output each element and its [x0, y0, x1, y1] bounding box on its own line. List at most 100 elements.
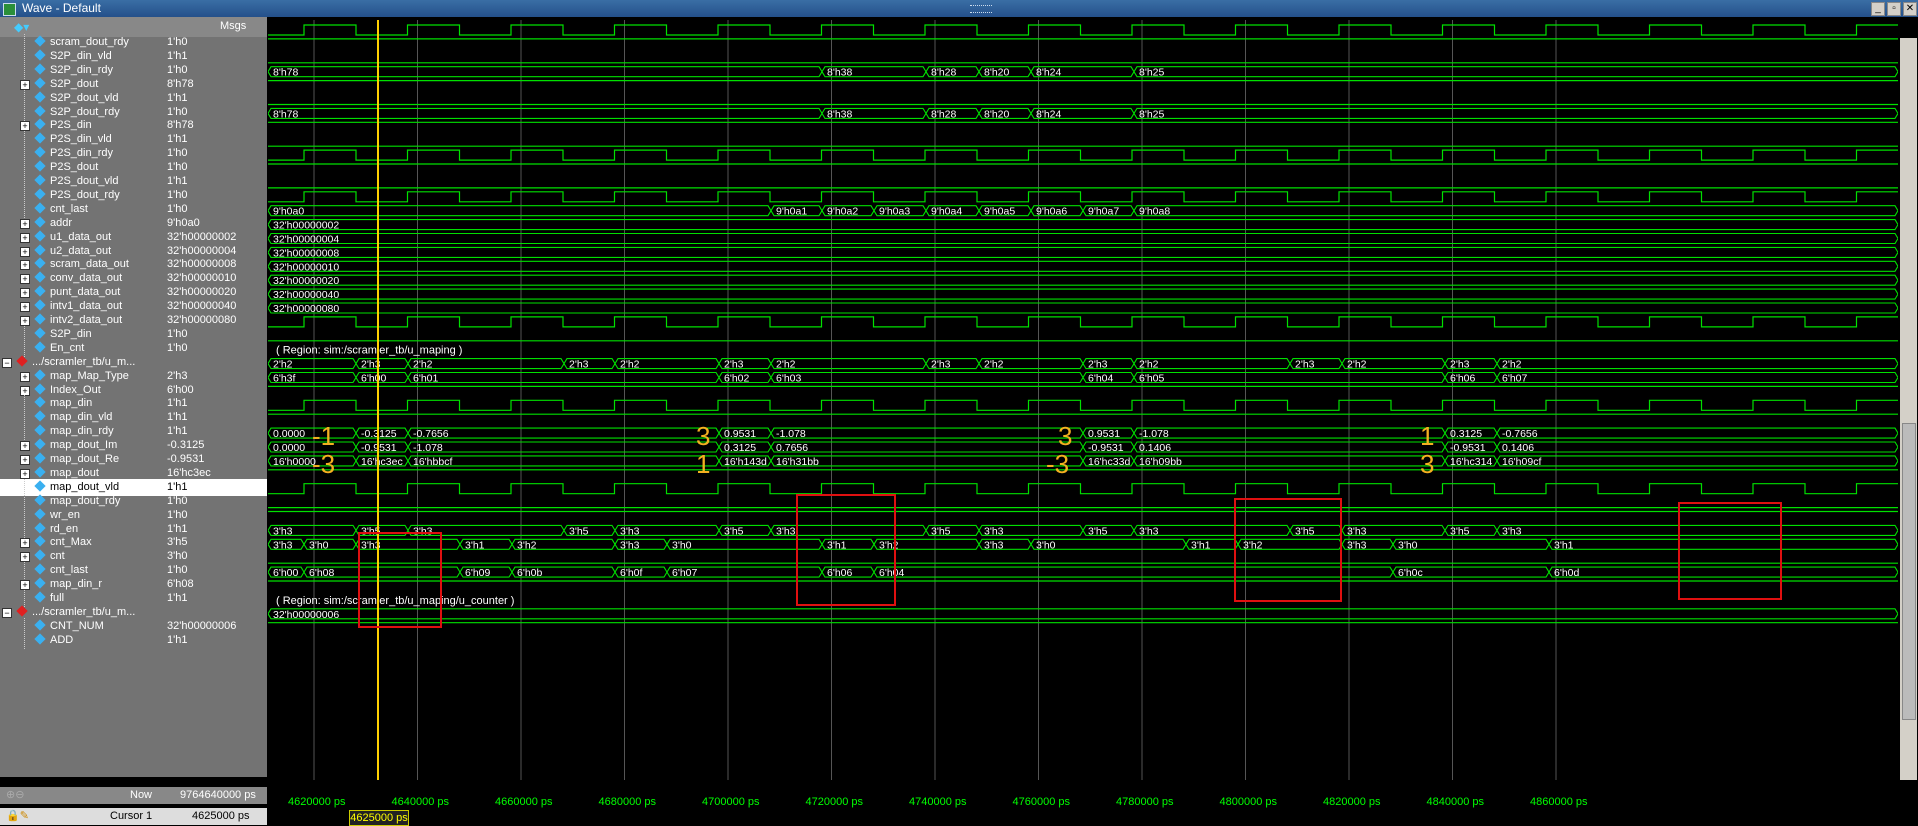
expand-icon[interactable]: + — [20, 455, 30, 465]
expand-icon[interactable]: + — [20, 218, 30, 229]
bus-value: 3'h0 — [1036, 539, 1056, 551]
signal-icon — [34, 188, 46, 200]
bus-value: -0.7656 — [413, 428, 449, 440]
bus-value: 6'h08 — [309, 567, 335, 579]
bus-value: 8'h38 — [827, 108, 853, 120]
bus-value: 6'h0b — [517, 567, 543, 579]
scrollbar-thumb[interactable] — [1902, 423, 1916, 720]
bus-value: 8'h28 — [931, 67, 957, 79]
bus-value: 3'h3 — [273, 525, 293, 537]
signal-icon — [34, 216, 46, 228]
time-tick-label: 4720000 ps — [805, 796, 864, 808]
bus-value: 6'h06 — [1450, 373, 1476, 385]
bit-waveform — [268, 483, 1910, 495]
bus-value: 3'h3 — [1502, 525, 1522, 537]
expand-icon[interactable]: + — [20, 260, 30, 271]
wave-toolbar-icon[interactable]: ◆▾ — [14, 20, 29, 34]
titlebar-grip[interactable] — [970, 5, 992, 13]
bus-value: 3'h3 — [984, 525, 1004, 537]
bus-segment — [267, 288, 1899, 300]
restore-button[interactable]: ▫ — [1887, 2, 1901, 16]
bus-value: 9'h0a7 — [1088, 206, 1119, 218]
bus-value: 6'h05 — [1139, 373, 1165, 385]
bus-value: 0.0000 — [273, 442, 305, 454]
bus-value: 9'h0a6 — [1036, 206, 1067, 218]
expand-icon[interactable]: + — [20, 385, 30, 396]
signal-icon — [34, 382, 46, 395]
signal-icon — [34, 243, 46, 256]
bus-value: 32'h00000040 — [273, 289, 339, 301]
bus-segment — [1133, 427, 1446, 439]
highlight-box — [1234, 498, 1342, 602]
bus-value: 16'hbbcf — [413, 456, 452, 468]
cursor-row[interactable]: 🔒✎ Cursor 1 4625000 ps — [0, 808, 267, 825]
expand-icon[interactable]: + — [20, 468, 30, 479]
collapse-icon[interactable]: − — [2, 357, 12, 368]
bus-value: 3'h3 — [1347, 539, 1367, 551]
expand-icon[interactable]: + — [20, 274, 30, 285]
bus-value: -1.078 — [776, 428, 806, 440]
expand-icon[interactable]: + — [20, 302, 30, 313]
bus-value: 6'h03 — [776, 373, 802, 385]
bus-value: 3'h2 — [517, 539, 537, 551]
bus-value: 0.0000 — [273, 428, 305, 440]
bus-value: 2'h3 — [1450, 359, 1470, 371]
bus-segment — [770, 371, 1084, 384]
bus-value: 16'h09bb — [1139, 456, 1182, 468]
bus-value: 3'h3 — [1347, 525, 1367, 537]
window-titlebar: Wave - Default _ ▫ ✕ — [0, 0, 1918, 17]
signal-icon — [34, 549, 46, 561]
bus-segment — [1496, 441, 1899, 453]
bus-value: 32'h00000020 — [273, 275, 339, 287]
bus-value: 0.7656 — [776, 442, 808, 454]
bus-value: 8'h78 — [273, 67, 299, 79]
bus-value: 9'h0a4 — [931, 206, 962, 218]
time-tick-label: 4820000 ps — [1323, 796, 1381, 808]
waveform-area[interactable]: 8'h78 8'h38 8'h28 8'h20 8'h24 8'h25 8'h78 8'h38… — [267, 20, 1910, 780]
expand-icon[interactable]: + — [20, 538, 30, 549]
expand-icon[interactable]: + — [20, 232, 30, 243]
waveform-canvas[interactable]: 8'h78 8'h38 8'h28 8'h20 8'h24 8'h25 8'h78 8'h38… — [267, 20, 1910, 780]
signal-row[interactable]: ADD 1'h1 — [0, 631, 267, 649]
bus-value: 8'h24 — [1036, 67, 1062, 79]
signal-icon — [34, 35, 46, 47]
signal-icon — [34, 466, 46, 478]
signal-icon — [34, 327, 46, 339]
cursor-lock-icon[interactable]: 🔒✎ — [6, 808, 29, 825]
zoom-icon[interactable]: ⊕⊖ — [6, 787, 24, 804]
bus-value: 16'hc3ec — [361, 456, 403, 468]
expand-icon[interactable]: + — [20, 121, 30, 132]
bus-value: 3'h5 — [931, 525, 951, 537]
signal-icon — [34, 521, 46, 534]
annotation-number: 3 — [696, 421, 711, 452]
bus-value: 6'h07 — [1502, 373, 1528, 385]
bus-segment — [770, 441, 1084, 453]
bus-value: 6'h07 — [672, 567, 698, 579]
region-label: ( Region: sim:/scramler_tb/u_maping ) — [276, 345, 462, 357]
expand-icon[interactable]: + — [20, 79, 30, 90]
minimize-button[interactable]: _ — [1871, 2, 1885, 16]
close-button[interactable]: ✕ — [1903, 2, 1917, 16]
bus-value: 3'h0 — [1398, 539, 1418, 551]
bus-value: 8'h24 — [1036, 108, 1062, 120]
signal-icon — [34, 577, 46, 589]
vertical-scrollbar[interactable] — [1900, 38, 1917, 780]
collapse-icon[interactable]: − — [2, 607, 12, 618]
expand-icon[interactable]: + — [20, 288, 30, 299]
time-tick-label: 4700000 ps — [702, 796, 760, 808]
bus-value: 16'hc33d — [1088, 456, 1130, 468]
expand-icon[interactable]: + — [20, 371, 30, 382]
cursor-time-marker[interactable]: 4625000 ps — [349, 810, 409, 826]
expand-icon[interactable]: + — [20, 552, 30, 563]
expand-icon[interactable]: + — [20, 441, 30, 452]
bus-value: 6'h0f — [620, 567, 643, 579]
expand-icon[interactable]: + — [20, 316, 30, 326]
signal-icon — [34, 90, 46, 103]
signal-icon — [34, 77, 46, 89]
bus-segment — [1496, 371, 1899, 384]
expand-icon[interactable]: + — [20, 580, 30, 591]
expand-icon[interactable]: + — [20, 246, 30, 257]
signal-icon — [34, 619, 46, 631]
bus-value: 2'h3 — [931, 359, 951, 371]
bus-segment — [770, 427, 1084, 439]
